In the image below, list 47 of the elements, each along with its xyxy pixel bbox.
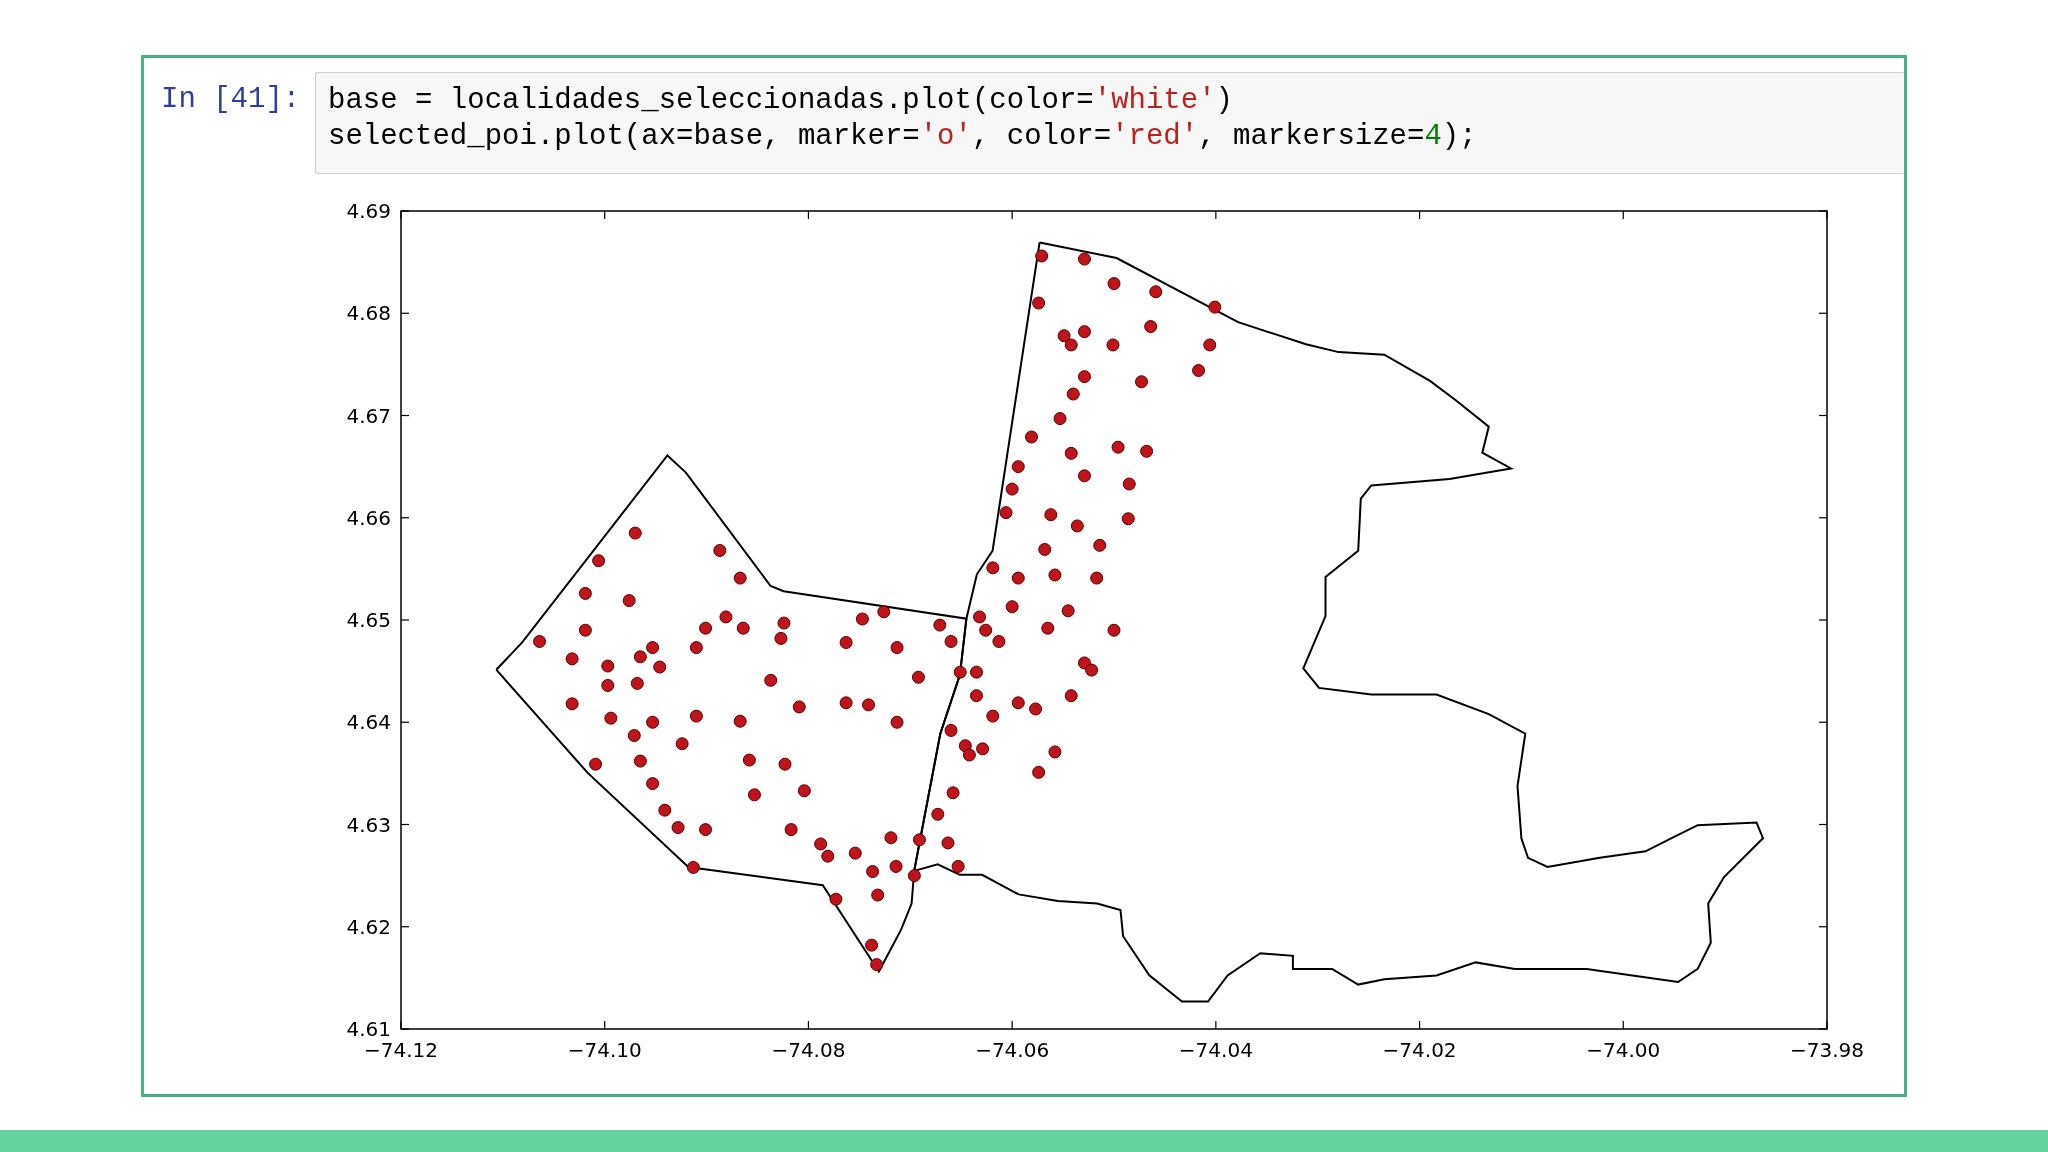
code-line: selected_poi.plot(ax=base, marker='o', color='red', markersize=4);: [328, 119, 1478, 155]
tick-mark: [807, 1020, 810, 1030]
tick-mark: [1818, 926, 1828, 928]
tick-label: 4.65: [346, 608, 391, 632]
tick-mark: [807, 210, 810, 220]
tick-mark: [1818, 721, 1828, 723]
code-line: base = localidades_seleccionadas.plot(color='white'): [328, 83, 1234, 119]
tick-mark: [1818, 517, 1828, 519]
tick-mark: [1418, 210, 1421, 220]
tick-mark: [400, 414, 410, 417]
tick-mark: [400, 312, 410, 314]
tick-label: −74.10: [567, 1038, 642, 1062]
tick-label: 4.66: [346, 505, 391, 530]
tick-mark: [1818, 619, 1828, 621]
input-prompt: In [41]:: [160, 82, 302, 118]
tick-label: 4.69: [346, 199, 391, 223]
tick-label: −74.12: [364, 1038, 438, 1062]
tick-label: −73.98: [1790, 1038, 1864, 1062]
tick-label: −74.08: [771, 1038, 846, 1062]
tick-label: 4.62: [346, 914, 391, 939]
tick-label: −74.00: [1586, 1038, 1661, 1062]
tick-label: −74.04: [1178, 1038, 1253, 1062]
tick-mark: [604, 210, 606, 220]
tick-mark: [1011, 210, 1013, 220]
tick-mark: [1818, 414, 1828, 417]
tick-mark: [1418, 1020, 1421, 1030]
tick-label: 4.67: [346, 403, 391, 428]
tick-label: 4.64: [346, 710, 391, 735]
tick-label: −74.06: [975, 1038, 1050, 1062]
tick-mark: [400, 721, 410, 723]
tick-mark: [400, 926, 410, 928]
tick-mark: [400, 619, 410, 621]
tick-mark: [1622, 210, 1624, 220]
code-editor[interactable]: base = localidades_seleccionadas.plot(color='white') selected_poi.plot(ax=base, marker='o', color='red', markersize=4);: [315, 72, 1904, 174]
tick-mark: [604, 1020, 606, 1030]
tick-label: 4.61: [346, 1017, 391, 1041]
tick-label: 4.63: [346, 812, 391, 837]
tick-mark: [400, 823, 410, 826]
tick-mark: [1215, 1020, 1217, 1030]
tick-mark: [1818, 312, 1828, 314]
tick-mark: [1011, 1020, 1013, 1030]
tick-mark: [1818, 823, 1828, 826]
tick-mark: [1215, 210, 1217, 220]
tick-label: −74.02: [1382, 1038, 1457, 1062]
tick-mark: [400, 517, 410, 519]
tick-label: 4.68: [346, 301, 391, 326]
tick-mark: [1622, 1020, 1624, 1030]
